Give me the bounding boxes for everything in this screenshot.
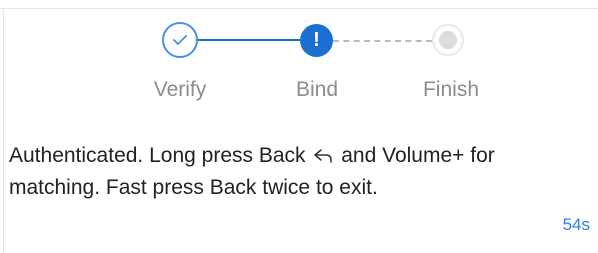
countdown-timer: 54s: [562, 215, 590, 234]
step-label-finish: Finish: [422, 78, 480, 101]
exclamation-icon: !: [313, 29, 320, 51]
step-finish-indicator: [432, 24, 464, 56]
instruction-message: Authenticated. Long press Back and Volum…: [9, 141, 589, 202]
back-arrow-icon: [313, 144, 333, 173]
progress-stepper: ! Verify Bind Finish: [0, 0, 598, 110]
step-connector-pending: [333, 40, 432, 42]
step-connector-complete: [198, 39, 300, 41]
message-text-start: Authenticated. Long press Back: [9, 144, 306, 167]
step-bind-indicator: !: [300, 24, 333, 57]
step-verify-indicator: [162, 22, 198, 58]
dot-icon: [439, 31, 457, 49]
step-label-verify: Verify: [153, 78, 207, 101]
check-icon: [173, 35, 187, 45]
step-label-bind: Bind: [295, 78, 339, 101]
